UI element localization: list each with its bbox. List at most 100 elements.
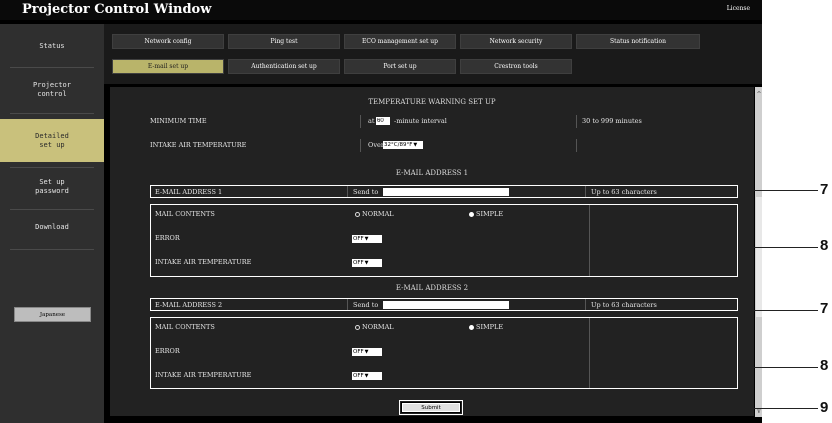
- mail-contents-normal-radio[interactable]: NORMAL: [355, 210, 394, 218]
- send-to-label: Send to: [353, 301, 379, 309]
- at-label: at: [368, 117, 375, 125]
- japanese-language-button[interactable]: Japanese: [14, 307, 91, 322]
- callout-line: [754, 367, 818, 368]
- email-address-2-limit: Up to 63 characters: [591, 301, 657, 309]
- error-label: ERROR: [155, 234, 180, 242]
- tab-email-set-up[interactable]: E-mail set up: [112, 59, 224, 74]
- cell-divider: [585, 299, 586, 310]
- tab-eco-management[interactable]: ECO management set up: [344, 34, 456, 49]
- callout-line: [754, 190, 818, 191]
- cell-divider: [360, 139, 361, 152]
- intake-temperature-select[interactable]: OFF ▼: [352, 372, 382, 380]
- sidebar-divider: [10, 167, 94, 168]
- error-select[interactable]: OFF ▼: [352, 235, 382, 243]
- sidebar-divider: [10, 249, 94, 250]
- radio-selected-icon: [469, 324, 474, 330]
- callout-7: 7: [820, 300, 829, 317]
- simple-label: SIMPLE: [476, 210, 504, 218]
- tab-network-security[interactable]: Network security: [460, 34, 572, 49]
- minimum-time-input[interactable]: [376, 117, 390, 125]
- intake-temperature-label: INTAKE AIR TEMPERATURE: [155, 371, 252, 379]
- error-value: OFF: [353, 236, 364, 242]
- cell-divider: [347, 186, 348, 197]
- tab-crestron-tools[interactable]: Crestron tools: [460, 59, 572, 74]
- chevron-down-icon: ▼: [364, 260, 369, 266]
- intake-temperature-select[interactable]: OFF ▼: [352, 259, 382, 267]
- mail-contents-label: MAIL CONTENTS: [155, 323, 215, 331]
- sidebar-item-set-up-password[interactable]: Set up password: [0, 170, 104, 204]
- sidebar-item-download[interactable]: Download: [0, 210, 104, 244]
- tab-network-config[interactable]: Network config: [112, 34, 224, 49]
- tab-ping-test[interactable]: Ping test: [228, 34, 340, 49]
- email-address-2-input[interactable]: [383, 301, 509, 309]
- email-address-1-limit: Up to 63 characters: [591, 188, 657, 196]
- email-address-1-options: MAIL CONTENTS NORMAL SIMPLE ERROR OFF ▼ I…: [150, 204, 738, 277]
- error-select[interactable]: OFF ▼: [352, 348, 382, 356]
- tab-port-set-up[interactable]: Port set up: [344, 59, 456, 74]
- scroll-down-icon[interactable]: v: [755, 409, 762, 415]
- email-address-1-row: E-MAIL ADDRESS 1 Send to Up to 63 charac…: [150, 185, 738, 198]
- intake-temperature-value: OFF: [353, 260, 364, 266]
- cell-divider: [576, 139, 577, 152]
- send-to-label: Send to: [353, 188, 379, 196]
- cell-divider: [585, 186, 586, 197]
- radio-icon: [355, 211, 360, 217]
- projector-control-window: Projector Control Window License Status …: [0, 0, 762, 423]
- error-value: OFF: [353, 349, 364, 355]
- intake-temperature-select[interactable]: 32°C/89°F ▼: [383, 141, 423, 149]
- sidebar-divider: [10, 113, 94, 114]
- scroll-thumb[interactable]: [756, 197, 762, 317]
- mail-contents-label: MAIL CONTENTS: [155, 210, 215, 218]
- scroll-up-icon[interactable]: ^: [755, 92, 762, 98]
- callout-8: 8: [820, 237, 829, 254]
- intake-temperature-row: INTAKE AIR TEMPERATURE Over 32°C/89°F ▼: [150, 139, 738, 152]
- license-link[interactable]: License: [727, 5, 750, 12]
- email-address-2-row: E-MAIL ADDRESS 2 Send to Up to 63 charac…: [150, 298, 738, 311]
- minimum-time-label: MINIMUM TIME: [150, 117, 207, 125]
- chevron-down-icon: ▼: [364, 373, 369, 379]
- cell-divider: [576, 115, 577, 128]
- minute-interval-label: -minute interval: [394, 117, 447, 125]
- chevron-down-icon: ▼: [413, 142, 418, 148]
- normal-label: NORMAL: [362, 210, 394, 218]
- email-address-2-options: MAIL CONTENTS NORMAL SIMPLE ERROR OFF ▼ I…: [150, 317, 738, 389]
- cell-divider: [347, 299, 348, 310]
- temperature-warning-title: TEMPERATURE WARNING SET UP: [368, 98, 496, 106]
- email-address-2-title: E-MAIL ADDRESS 2: [395, 284, 469, 292]
- radio-selected-icon: [469, 211, 474, 217]
- sidebar-item-status[interactable]: Status: [0, 31, 104, 61]
- normal-label: NORMAL: [362, 323, 394, 331]
- tab-status-notification[interactable]: Status notification: [576, 34, 700, 49]
- cell-divider: [360, 115, 361, 128]
- chevron-down-icon: ▼: [364, 349, 369, 355]
- email-address-2-label: E-MAIL ADDRESS 2: [155, 301, 223, 309]
- email-address-1-input[interactable]: [383, 188, 509, 196]
- mail-contents-simple-radio[interactable]: SIMPLE: [469, 323, 503, 331]
- tab-authentication-set-up[interactable]: Authentication set up: [228, 59, 340, 74]
- submit-button[interactable]: Submit: [401, 402, 461, 413]
- mail-contents-normal-radio[interactable]: NORMAL: [355, 323, 394, 331]
- callout-9: 9: [820, 399, 829, 416]
- intake-temperature-value: OFF: [353, 373, 364, 379]
- title-bar: Projector Control Window License: [0, 0, 762, 20]
- sidebar-item-projector-control[interactable]: Projector control: [0, 72, 104, 107]
- radio-icon: [355, 324, 360, 330]
- callout-line: [463, 408, 818, 409]
- simple-label: SIMPLE: [476, 323, 504, 331]
- callout-7: 7: [820, 181, 829, 198]
- email-address-1-title: E-MAIL ADDRESS 1: [395, 169, 469, 177]
- email-settings-panel: TEMPERATURE WARNING SET UP MINIMUM TIME …: [110, 87, 754, 416]
- sidebar-divider: [10, 67, 94, 68]
- mail-contents-simple-radio[interactable]: SIMPLE: [469, 210, 503, 218]
- intake-temperature-value: 32°C/89°F: [384, 142, 413, 148]
- cell-divider: [589, 318, 590, 388]
- sidebar-item-detailed-set-up[interactable]: Detailed set up: [0, 119, 104, 162]
- email-address-1-label: E-MAIL ADDRESS 1: [155, 188, 223, 196]
- intake-temperature-label: INTAKE AIR TEMPERATURE: [150, 141, 247, 149]
- tab-bar: Network config Ping test ECO management …: [104, 24, 762, 84]
- intake-temperature-label: INTAKE AIR TEMPERATURE: [155, 258, 252, 266]
- chevron-down-icon: ▼: [364, 236, 369, 242]
- app-title: Projector Control Window: [22, 2, 212, 17]
- callout-line: [754, 310, 818, 311]
- error-label: ERROR: [155, 347, 180, 355]
